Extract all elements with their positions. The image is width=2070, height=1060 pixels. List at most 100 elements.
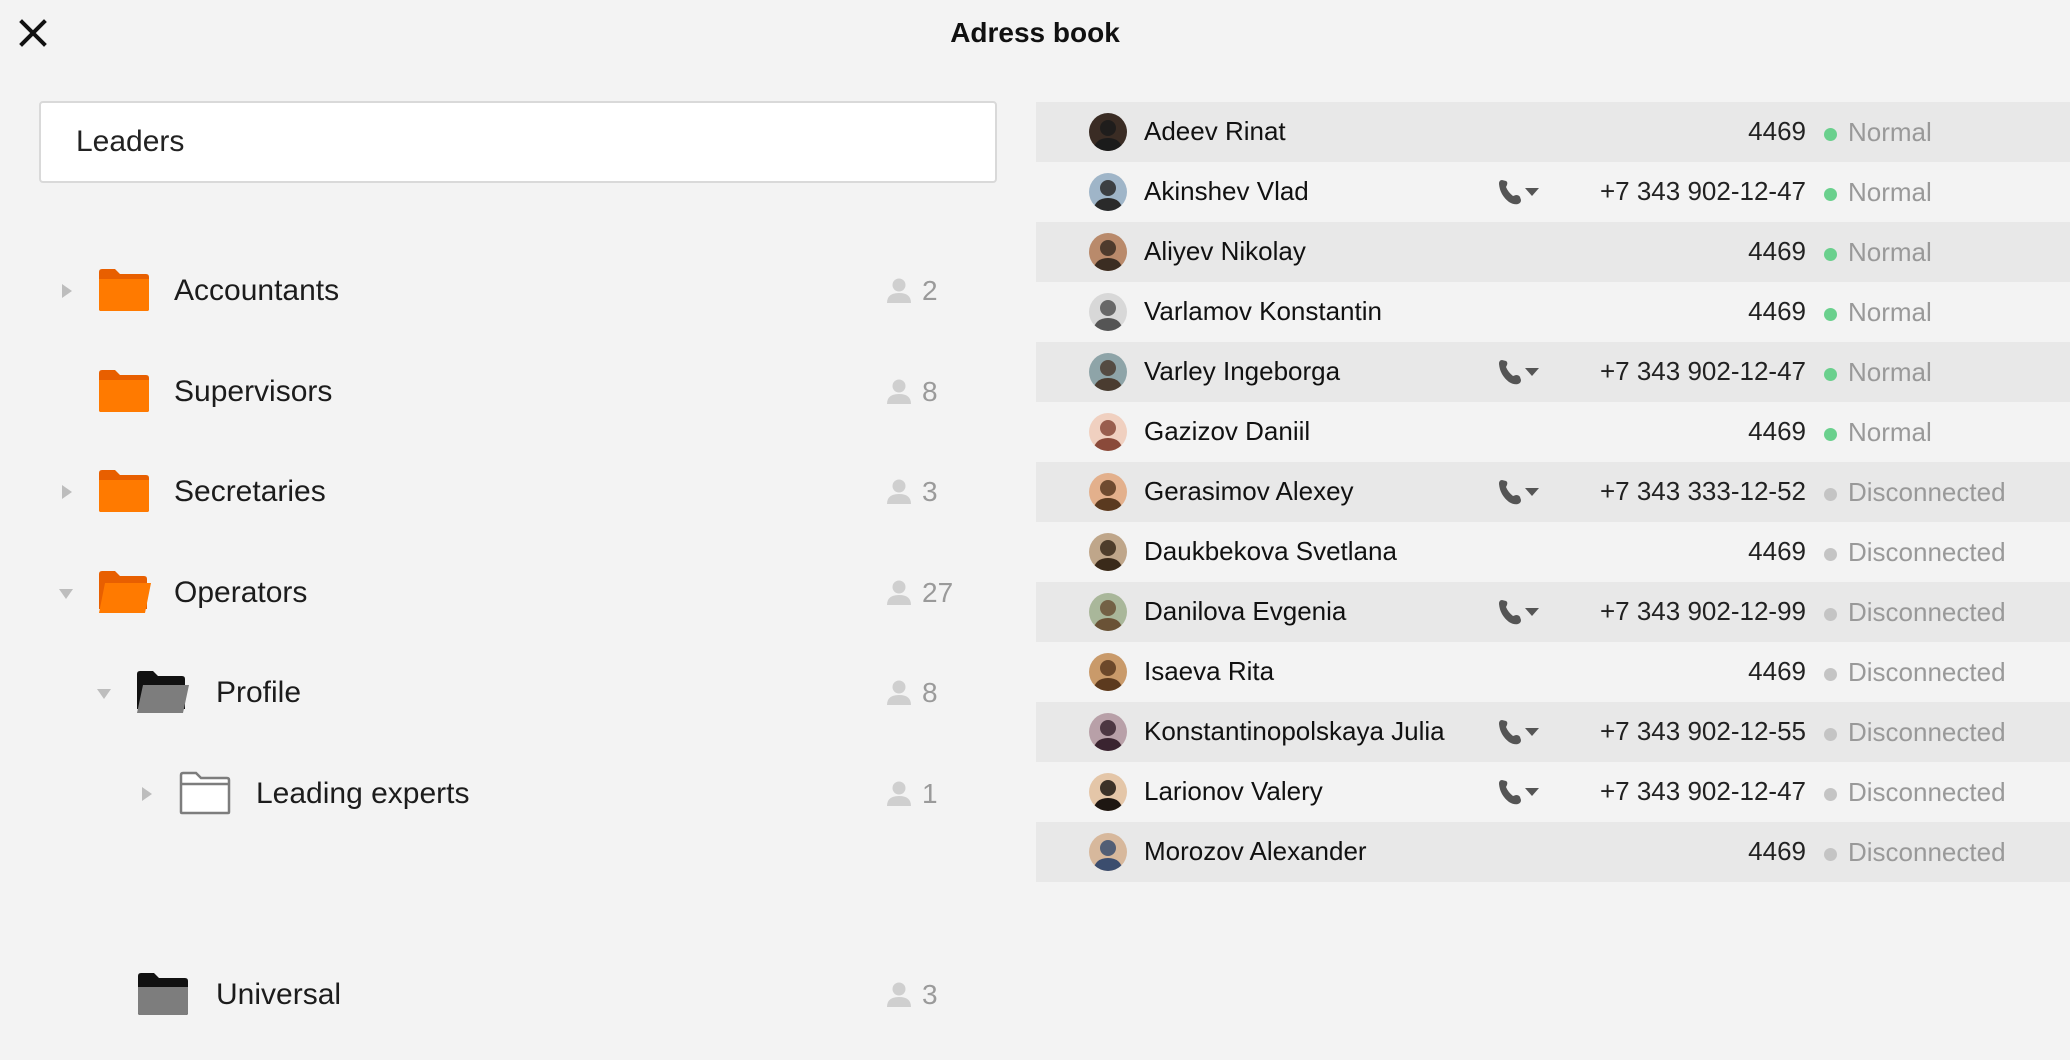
contact-row[interactable]: Isaeva Rita 4469 Disconnected xyxy=(1036,642,2070,702)
group-row[interactable]: Secretaries 3 xyxy=(0,462,960,522)
contact-row[interactable]: Akinshev Vlad +7 343 902-12-47 Normal xyxy=(1036,162,2070,222)
group-row[interactable]: Supervisors 8 xyxy=(0,362,960,422)
contact-name: Akinshev Vlad xyxy=(1144,176,1309,206)
phone-dropdown-icon[interactable] xyxy=(1496,597,1542,627)
expanded-arrow-icon[interactable] xyxy=(94,683,114,703)
group-row[interactable]: Operators 27 xyxy=(0,563,960,623)
contact-row[interactable]: Larionov Valery +7 343 902-12-47 Disconnec… xyxy=(1036,762,2070,822)
contact-row[interactable]: Adeev Rinat 4469 Normal xyxy=(1036,102,2070,162)
folder-orange-icon xyxy=(97,267,151,313)
group-row[interactable]: Leading experts 1 xyxy=(0,764,960,824)
status-dot-icon xyxy=(1824,848,1837,861)
contact-name: Gerasimov Alexey xyxy=(1144,476,1354,506)
avatar xyxy=(1089,773,1127,811)
status-text: Disconnected xyxy=(1848,657,2006,687)
contact-name: Danilova Evgenia xyxy=(1144,596,1347,626)
status-text: Normal xyxy=(1848,237,1932,267)
avatar xyxy=(1089,533,1127,571)
contact-list: Adeev Rinat 4469 Normal Akinshev Vlad +7 343… xyxy=(1036,102,2070,882)
contact-row[interactable]: Gerasimov Alexey +7 343 333-12-52 Disconne… xyxy=(1036,462,2070,522)
window-title: Adress book xyxy=(950,17,1120,48)
member-count: 27 xyxy=(922,577,954,608)
phone-dropdown-icon[interactable] xyxy=(1496,777,1542,807)
status-text: Normal xyxy=(1848,357,1932,387)
search-input[interactable] xyxy=(39,101,997,183)
contact-phone: 4469 xyxy=(1748,236,1806,266)
avatar xyxy=(1089,293,1127,331)
person-icon xyxy=(884,677,914,707)
contact-name: Varlamov Konstantin xyxy=(1144,296,1382,326)
group-row[interactable]: Profile 8 xyxy=(0,663,960,723)
phone-dropdown-icon[interactable] xyxy=(1496,177,1542,207)
contact-phone: 4469 xyxy=(1748,656,1806,686)
folder-black-open-icon xyxy=(135,669,189,715)
folder-orange-icon xyxy=(97,468,151,514)
status-dot-icon xyxy=(1824,788,1837,801)
member-count: 8 xyxy=(922,376,938,407)
avatar xyxy=(1089,593,1127,631)
group-label: Supervisors xyxy=(174,375,333,408)
collapsed-arrow-icon[interactable] xyxy=(56,281,76,301)
contact-row[interactable]: Aliyev Nikolay 4469 Normal xyxy=(1036,222,2070,282)
collapsed-arrow-icon[interactable] xyxy=(56,482,76,502)
collapsed-arrow-icon[interactable] xyxy=(136,784,156,804)
status-text: Disconnected xyxy=(1848,477,2006,507)
address-book-window: Adress book Accountants 2 Supervisors 8 Secr… xyxy=(0,0,2070,1060)
avatar xyxy=(1089,473,1127,511)
status-dot-icon xyxy=(1824,488,1837,501)
avatar xyxy=(1089,353,1127,391)
folder-orange-open-icon xyxy=(97,569,151,615)
contact-phone: +7 343 902-12-47 xyxy=(1599,776,1806,806)
contact-phone: 4469 xyxy=(1748,836,1806,866)
contact-name: Larionov Valery xyxy=(1144,776,1323,806)
contact-name: Varley Ingeborga xyxy=(1144,356,1341,386)
contact-row[interactable]: Morozov Alexander 4469 Disconnected xyxy=(1036,822,2070,882)
contact-row[interactable]: Konstantinopolskaya Julia +7 343 902-12-5… xyxy=(1036,702,2070,762)
avatar xyxy=(1089,173,1127,211)
avatar xyxy=(1089,653,1127,691)
group-label: Accountants xyxy=(174,274,340,307)
contact-row[interactable]: Varley Ingeborga +7 343 902-12-47 Normal xyxy=(1036,342,2070,402)
contact-phone: +7 343 333-12-52 xyxy=(1599,476,1806,506)
group-label: Leading experts xyxy=(256,777,470,810)
contact-phone: 4469 xyxy=(1748,296,1806,326)
status-dot-icon xyxy=(1824,128,1837,141)
contact-phone: +7 343 902-12-55 xyxy=(1599,716,1806,746)
person-icon xyxy=(884,476,914,506)
status-dot-icon xyxy=(1824,308,1837,321)
contact-name: Daukbekova Svetlana xyxy=(1144,536,1397,566)
folder-black-icon xyxy=(136,971,190,1017)
status-text: Disconnected xyxy=(1848,597,2006,627)
contact-phone: 4469 xyxy=(1748,116,1806,146)
status-dot-icon xyxy=(1824,188,1837,201)
contact-phone: 4469 xyxy=(1748,416,1806,446)
status-text: Disconnected xyxy=(1848,537,2006,567)
contact-name: Konstantinopolskaya Julia xyxy=(1144,716,1445,746)
member-count: 3 xyxy=(922,476,938,507)
contact-phone: +7 343 902-12-47 xyxy=(1599,176,1806,206)
contact-row[interactable]: Daukbekova Svetlana 4469 Disconnected xyxy=(1036,522,2070,582)
phone-dropdown-icon[interactable] xyxy=(1496,717,1542,747)
contact-row[interactable]: Varlamov Konstantin 4469 Normal xyxy=(1036,282,2070,342)
person-icon xyxy=(884,778,914,808)
group-label: Universal xyxy=(216,978,342,1011)
expanded-arrow-icon[interactable] xyxy=(56,583,76,603)
group-label: Operators xyxy=(174,576,308,609)
contact-name: Morozov Alexander xyxy=(1144,836,1367,866)
contact-row[interactable]: Gazizov Daniil 4469 Normal xyxy=(1036,402,2070,462)
contact-name: Adeev Rinat xyxy=(1144,116,1286,146)
status-text: Disconnected xyxy=(1848,717,2006,747)
status-dot-icon xyxy=(1824,248,1837,261)
contact-row[interactable]: Danilova Evgenia +7 343 902-12-99 Disconne… xyxy=(1036,582,2070,642)
person-icon xyxy=(884,979,914,1009)
group-row[interactable]: Accountants 2 xyxy=(0,261,960,321)
folder-outline-icon xyxy=(178,770,232,816)
contact-name: Isaeva Rita xyxy=(1144,656,1275,686)
contact-phone: +7 343 902-12-47 xyxy=(1599,356,1806,386)
group-row[interactable]: Universal 3 xyxy=(0,965,960,1025)
person-icon xyxy=(884,577,914,607)
status-text: Disconnected xyxy=(1848,837,2006,867)
phone-dropdown-icon[interactable] xyxy=(1496,477,1542,507)
person-icon xyxy=(884,275,914,305)
phone-dropdown-icon[interactable] xyxy=(1496,357,1542,387)
